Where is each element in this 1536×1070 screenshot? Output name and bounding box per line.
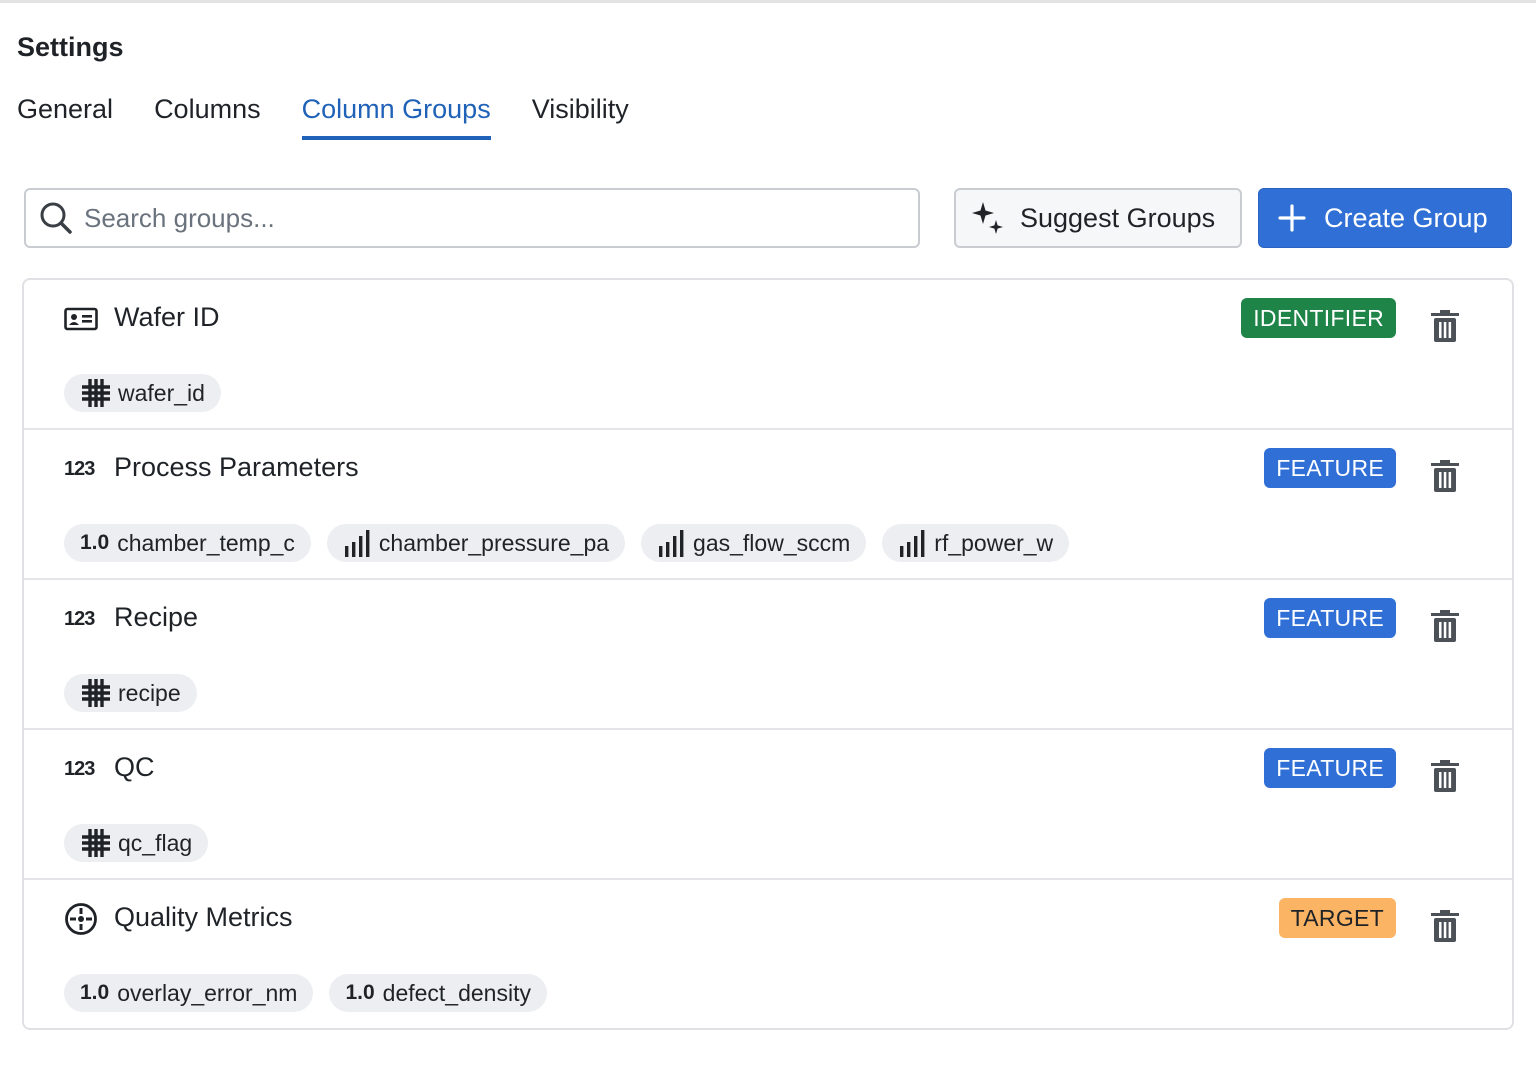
role-badge: IDENTIFIER [1241, 298, 1396, 338]
column-chip[interactable]: recipe [64, 674, 197, 712]
search-box[interactable] [24, 188, 920, 248]
group-name: Wafer ID [114, 302, 220, 332]
group-row: Wafer ID IDENTIFIER wafer_id [24, 280, 1512, 430]
tab-general[interactable]: General [17, 90, 113, 140]
float-icon: 1.0 [80, 531, 110, 554]
signal-bars-icon [898, 528, 928, 558]
column-chip[interactable]: 1.0 overlay_error_nm [64, 974, 314, 1012]
column-name: overlay_error_nm [117, 979, 298, 1006]
column-chips: qc_flag [64, 824, 224, 862]
column-chip[interactable]: 1.0 defect_density [329, 974, 547, 1012]
column-chip[interactable]: wafer_id [64, 374, 221, 412]
column-chip[interactable]: qc_flag [64, 824, 209, 862]
suggest-groups-label: Suggest Groups [1020, 202, 1216, 233]
role-badge: TARGET [1278, 898, 1396, 938]
column-chips: recipe [64, 674, 213, 712]
categorical-grid-icon [80, 677, 112, 709]
id-card-icon [64, 302, 100, 336]
sparkles-icon [968, 200, 1008, 236]
column-name: wafer_id [118, 379, 205, 406]
column-chips: 1.0 chamber_temp_c chamber_pressure_pa g… [64, 524, 1085, 562]
plus-icon [1274, 204, 1310, 232]
trash-icon[interactable] [1428, 608, 1462, 644]
target-icon [64, 902, 100, 936]
group-name: Process Parameters [114, 452, 359, 482]
page-title: Settings [17, 32, 124, 62]
float-icon: 1.0 [80, 981, 110, 1004]
column-chips: 1.0 overlay_error_nm 1.0 defect_density [64, 974, 563, 1012]
column-name: rf_power_w [934, 529, 1054, 556]
search-icon [38, 200, 74, 236]
group-row: 123 QC FEATURE qc_flag [24, 730, 1512, 880]
signal-bars-icon [343, 528, 373, 558]
tab-columns[interactable]: Columns [154, 90, 261, 140]
role-badge: FEATURE [1264, 448, 1396, 488]
numeric-123-icon: 123 [64, 757, 95, 780]
top-divider [0, 0, 1536, 3]
categorical-grid-icon [80, 377, 112, 409]
search-input[interactable] [84, 190, 918, 246]
column-name: qc_flag [118, 829, 193, 856]
column-chip[interactable]: gas_flow_sccm [641, 524, 867, 562]
settings-tabs: General Columns Column Groups Visibility [17, 90, 670, 142]
suggest-groups-button[interactable]: Suggest Groups [954, 188, 1242, 248]
categorical-grid-icon [80, 827, 112, 859]
group-name: Quality Metrics [114, 902, 293, 932]
column-chip[interactable]: chamber_pressure_pa [326, 524, 626, 562]
column-chip[interactable]: rf_power_w [882, 524, 1070, 562]
role-badge: FEATURE [1264, 598, 1396, 638]
column-name: gas_flow_sccm [693, 529, 851, 556]
column-name: defect_density [382, 979, 531, 1006]
create-group-button[interactable]: Create Group [1258, 188, 1512, 248]
column-name: chamber_pressure_pa [378, 529, 610, 556]
numeric-123-icon: 123 [64, 607, 95, 630]
group-row: 123 Process Parameters FEATURE 1.0 chamb… [24, 430, 1512, 580]
group-row: 123 Recipe FEATURE recipe [24, 580, 1512, 730]
group-name: Recipe [114, 602, 199, 632]
float-icon: 1.0 [345, 981, 375, 1004]
trash-icon[interactable] [1428, 308, 1462, 344]
column-name: recipe [118, 679, 181, 706]
trash-icon[interactable] [1428, 458, 1462, 494]
column-name: chamber_temp_c [117, 529, 295, 556]
group-name: QC [114, 752, 155, 782]
trash-icon[interactable] [1428, 908, 1462, 944]
group-row: Quality Metrics TARGET 1.0 overlay_error… [24, 880, 1512, 1028]
numeric-123-icon: 123 [64, 457, 95, 480]
trash-icon[interactable] [1428, 758, 1462, 794]
column-group-list: Wafer ID IDENTIFIER wafer_id 123 Process… [22, 278, 1514, 1030]
column-chip[interactable]: 1.0 chamber_temp_c [64, 524, 311, 562]
role-badge: FEATURE [1264, 748, 1396, 788]
signal-bars-icon [657, 528, 687, 558]
tab-column-groups[interactable]: Column Groups [301, 90, 491, 140]
create-group-label: Create Group [1324, 202, 1488, 233]
tab-visibility[interactable]: Visibility [532, 90, 629, 140]
column-chips: wafer_id [64, 374, 237, 412]
